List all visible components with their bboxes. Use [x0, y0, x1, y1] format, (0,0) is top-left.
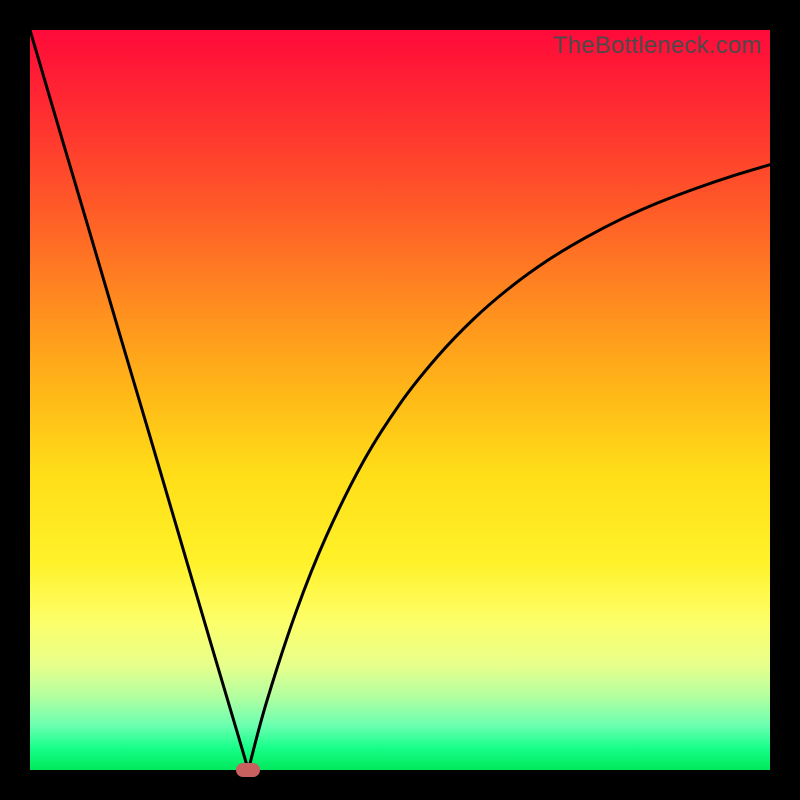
- data-marker: [236, 763, 260, 777]
- curve-right-branch: [248, 165, 770, 770]
- chart-frame: TheBottleneck.com: [0, 0, 800, 800]
- curve-layer: [30, 30, 770, 770]
- plot-area: TheBottleneck.com: [30, 30, 770, 770]
- curve-left-branch: [30, 30, 248, 770]
